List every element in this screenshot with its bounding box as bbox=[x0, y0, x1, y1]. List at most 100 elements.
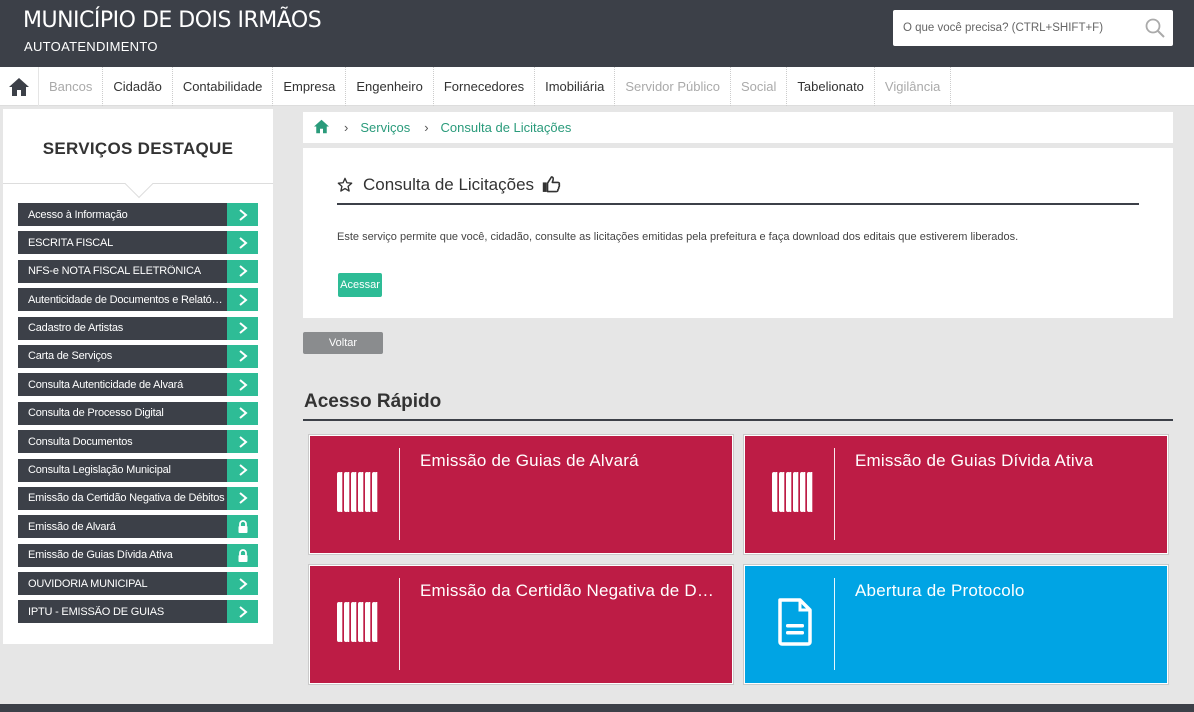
chevron-right-icon[interactable] bbox=[227, 458, 258, 482]
barcode-icon bbox=[772, 472, 818, 512]
chevron-right-icon[interactable] bbox=[227, 203, 258, 226]
quick-tile-guias-divida-ativa[interactable]: Emissão de Guias Dívida Ativa bbox=[744, 435, 1168, 554]
sidebar-item-label: Emissão de Guias Dívida Ativa bbox=[28, 549, 173, 562]
sidebar-item[interactable]: Acesso à Informação bbox=[18, 203, 258, 226]
footer-bar bbox=[0, 704, 1194, 712]
chevron-right-icon[interactable] bbox=[227, 288, 258, 312]
nav-item-fornecedores[interactable]: Fornecedores bbox=[434, 67, 536, 106]
sidebar-item[interactable]: Emissão de Alvará bbox=[18, 515, 258, 539]
quick-tile-abertura-protocolo[interactable]: Abertura de Protocolo bbox=[744, 565, 1168, 684]
sidebar-item-label: Consulta Documentos bbox=[28, 435, 133, 448]
sidebar-item-label: Autenticidade de Documentos e Relatórios bbox=[28, 293, 226, 306]
sidebar-item[interactable]: Consulta Legislação Municipal bbox=[18, 458, 258, 482]
service-title-bar: Consulta de Licitações bbox=[337, 174, 1139, 205]
sidebar-item[interactable]: Consulta Documentos bbox=[18, 430, 258, 454]
chevron-right-icon[interactable] bbox=[227, 344, 258, 368]
sidebar-item-label: Carta de Serviços bbox=[28, 350, 113, 363]
chevron-right-icon[interactable] bbox=[227, 401, 258, 425]
favorite-star-icon[interactable] bbox=[337, 174, 353, 198]
quick-access-divider bbox=[303, 419, 1173, 421]
sidebar-item-label: IPTU - EMISSÃO DE GUIAS bbox=[28, 605, 164, 618]
tile-divider bbox=[399, 578, 400, 670]
header: MUNICÍPIO DE DOIS IRMÃOS AUTOATENDIMENTO bbox=[0, 0, 1194, 67]
chevron-right-icon[interactable] bbox=[227, 600, 258, 624]
tile-label: Emissão de Guias Dívida Ativa bbox=[855, 451, 1094, 470]
sidebar-item[interactable]: ESCRITA FISCAL bbox=[18, 231, 258, 255]
chevron-right-icon[interactable] bbox=[227, 259, 258, 283]
featured-services-header: SERVIÇOS DESTAQUE bbox=[3, 109, 273, 199]
thumbs-up-icon[interactable] bbox=[542, 174, 561, 198]
sidebar-item[interactable]: Carta de Serviços bbox=[18, 344, 258, 368]
sidebar-item[interactable]: Emissão de Guias Dívida Ativa bbox=[18, 543, 258, 567]
search-box bbox=[893, 10, 1173, 46]
quick-tile-certidao-negativa[interactable]: Emissão da Certidão Negativa de Débitos bbox=[309, 565, 733, 684]
featured-services-title: SERVIÇOS DESTAQUE bbox=[42, 139, 234, 158]
tile-label: Emissão da Certidão Negativa de Débitos bbox=[420, 581, 720, 600]
quick-access-title: Acesso Rápido bbox=[304, 391, 442, 412]
nav-item-empresa[interactable]: Empresa bbox=[273, 67, 347, 106]
quick-tile-guias-alvara[interactable]: Emissão de Guias de Alvará bbox=[309, 435, 733, 554]
sidebar-item-label: Consulta Legislação Municipal bbox=[28, 464, 171, 477]
featured-services-panel: SERVIÇOS DESTAQUE Acesso à Informação ESC… bbox=[3, 109, 273, 644]
sidebar-item[interactable]: Cadastro de Artistas bbox=[18, 316, 258, 340]
nav-item-servidor-publico[interactable]: Servidor Público bbox=[615, 67, 731, 106]
sidebar-item-label: Emissão de Alvará bbox=[28, 520, 116, 533]
sidebar-item[interactable]: OUVIDORIA MUNICIPAL bbox=[18, 572, 258, 596]
nav-item-contabilidade[interactable]: Contabilidade bbox=[173, 67, 274, 106]
top-nav: Bancos Cidadão Contabilidade Empresa Eng… bbox=[0, 67, 1194, 106]
nav-item-engenheiro[interactable]: Engenheiro bbox=[346, 67, 434, 106]
sidebar-item[interactable]: NFS-e NOTA FISCAL ELETRÔNICA bbox=[18, 259, 258, 283]
search-button[interactable] bbox=[1143, 16, 1167, 40]
chevron-right-icon[interactable] bbox=[227, 572, 258, 596]
breadcrumb: › Serviços › Consulta de Licitações bbox=[303, 112, 1173, 143]
service-card: Consulta de Licitações Este serviço perm… bbox=[303, 148, 1173, 318]
tile-divider bbox=[834, 448, 835, 540]
barcode-icon bbox=[337, 472, 383, 512]
breadcrumb-servicos[interactable]: Serviços bbox=[360, 120, 410, 135]
sidebar-item-label: Emissão da Certidão Negativa de Débitos bbox=[28, 492, 225, 505]
sidebar-item[interactable]: Consulta de Processo Digital bbox=[18, 401, 258, 425]
sidebar-item-label: OUVIDORIA MUNICIPAL bbox=[28, 577, 148, 590]
nav-item-social[interactable]: Social bbox=[731, 67, 788, 106]
document-icon bbox=[772, 598, 818, 646]
breadcrumb-home[interactable] bbox=[313, 119, 330, 137]
sidebar-item-label: NFS-e NOTA FISCAL ELETRÔNICA bbox=[28, 265, 201, 278]
lock-icon[interactable] bbox=[227, 515, 258, 539]
tile-divider bbox=[834, 578, 835, 670]
access-button[interactable]: Acessar bbox=[338, 273, 382, 297]
nav-item-cidadao[interactable]: Cidadão bbox=[103, 67, 173, 106]
nav-home[interactable] bbox=[0, 67, 39, 106]
search-input[interactable] bbox=[893, 10, 1133, 46]
service-title: Consulta de Licitações bbox=[363, 175, 535, 194]
back-button[interactable]: Voltar bbox=[303, 332, 383, 354]
sidebar-item[interactable]: Emissão da Certidão Negativa de Débitos bbox=[18, 486, 258, 510]
sidebar-item-label: ESCRITA FISCAL bbox=[28, 236, 114, 249]
nav-item-imobiliaria[interactable]: Imobiliária bbox=[535, 67, 616, 106]
search-icon bbox=[1145, 18, 1165, 38]
tile-divider bbox=[399, 448, 400, 540]
nav-item-vigilancia[interactable]: Vigilância bbox=[875, 67, 952, 106]
breadcrumb-current[interactable]: Consulta de Licitações bbox=[441, 120, 572, 135]
sidebar-item-label: Consulta de Processo Digital bbox=[28, 407, 164, 420]
sidebar-item[interactable]: Consulta Autenticidade de Alvará bbox=[18, 373, 258, 397]
sidebar-item[interactable]: Autenticidade de Documentos e Relatórios bbox=[18, 288, 258, 312]
site-subtitle: AUTOATENDIMENTO bbox=[24, 39, 158, 54]
service-description: Este serviço permite que você, cidadão, … bbox=[337, 231, 1019, 243]
site-title[interactable]: MUNICÍPIO DE DOIS IRMÃOS bbox=[23, 8, 322, 33]
header-notch bbox=[124, 169, 154, 199]
barcode-icon bbox=[337, 602, 383, 642]
breadcrumb-separator-icon: › bbox=[424, 120, 429, 135]
chevron-right-icon[interactable] bbox=[227, 231, 258, 255]
sidebar-item-label: Acesso à Informação bbox=[28, 208, 128, 221]
chevron-right-icon[interactable] bbox=[227, 316, 258, 340]
featured-services-list: Acesso à Informação ESCRITA FISCAL NFS-e N… bbox=[18, 203, 258, 629]
chevron-right-icon[interactable] bbox=[227, 430, 258, 454]
home-icon bbox=[314, 119, 329, 133]
tile-label: Abertura de Protocolo bbox=[855, 581, 1025, 600]
nav-item-tabelionato[interactable]: Tabelionato bbox=[787, 67, 875, 106]
sidebar-item[interactable]: IPTU - EMISSÃO DE GUIAS bbox=[18, 600, 258, 624]
nav-item-bancos[interactable]: Bancos bbox=[39, 67, 104, 106]
lock-icon[interactable] bbox=[227, 543, 258, 567]
chevron-right-icon[interactable] bbox=[227, 486, 258, 510]
chevron-right-icon[interactable] bbox=[227, 373, 258, 397]
